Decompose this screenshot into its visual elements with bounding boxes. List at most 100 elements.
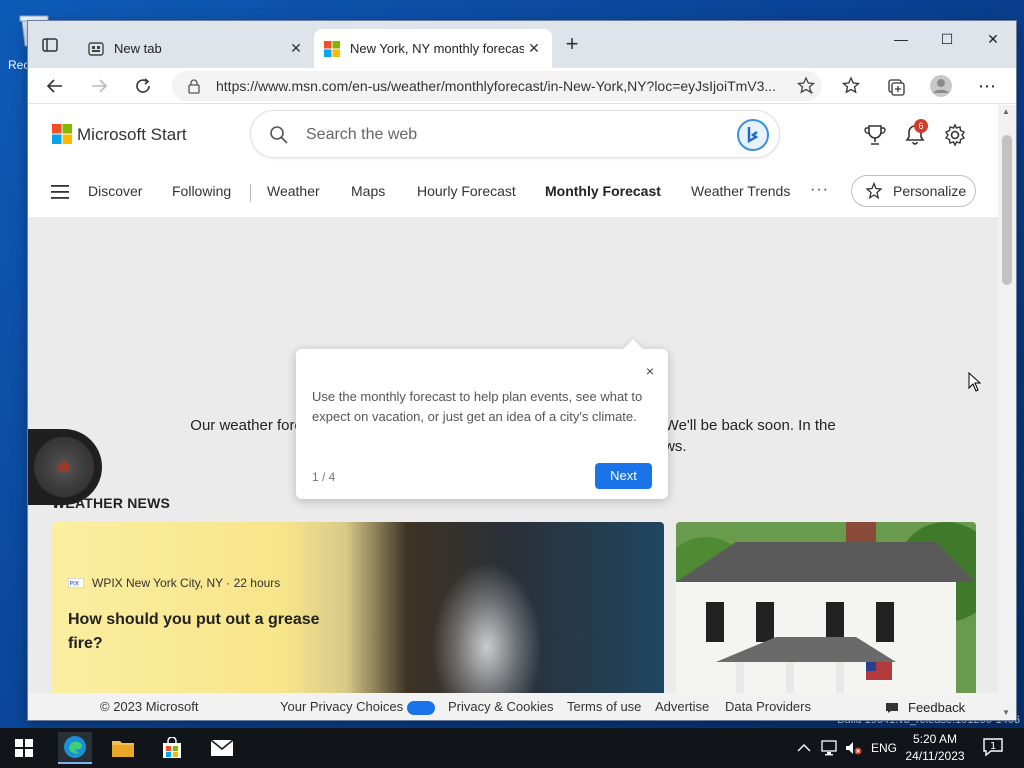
tab-actions-icon[interactable] [40, 35, 60, 55]
clock-time: 5:20 AM [912, 732, 958, 746]
nav-separator [250, 184, 251, 202]
microsoft-logo-icon [324, 40, 340, 57]
microsoft-logo-icon[interactable] [52, 124, 72, 144]
footer-terms[interactable]: Terms of use [567, 699, 641, 714]
nav-item-weather[interactable]: Weather [267, 183, 320, 199]
scrollbar-thumb[interactable] [1002, 135, 1012, 285]
tooltip-arrow [623, 339, 643, 359]
add-favorite-icon[interactable]: + [796, 76, 816, 96]
tray-language[interactable]: ENG [871, 728, 897, 768]
url-text[interactable]: https://www.msn.com/en-us/weather/monthl… [216, 78, 776, 94]
brand-name[interactable]: Microsoft Start [77, 125, 187, 145]
tab-new-tab[interactable]: New tab ✕ [78, 29, 314, 68]
page-scrollbar[interactable]: ▲ ▼ [998, 105, 1016, 720]
nav-item-weather-trends[interactable]: Weather Trends [691, 183, 790, 199]
tab-strip: New tab ✕ New York, NY monthly forecast … [28, 21, 1016, 68]
close-window-button[interactable]: ✕ [970, 25, 1016, 53]
tray-chevron-up-icon[interactable] [797, 728, 811, 768]
notification-badge: 6 [914, 119, 928, 133]
msn-page: Microsoft Start Search the web 6 Discove… [28, 105, 1016, 720]
hamburger-menu-icon[interactable] [51, 185, 69, 199]
msn-header: Microsoft Start Search the web 6 Discove… [28, 105, 998, 217]
tab-title: New York, NY monthly forecast | [350, 41, 524, 56]
tab-title: New tab [114, 41, 162, 56]
maximize-button[interactable]: ☐ [924, 25, 970, 53]
taskbar-edge-icon[interactable] [58, 732, 92, 764]
mouse-cursor-icon [968, 372, 982, 392]
personalize-star-icon [865, 182, 883, 200]
footer-privacy-choices-label: Your Privacy Choices [280, 699, 404, 714]
main-content: Down for maintenance Our weather forecas… [28, 217, 998, 720]
scroll-up-arrow-icon[interactable]: ▲ [1002, 107, 1010, 116]
taskbar-mail-icon[interactable] [206, 732, 238, 764]
news-card-grease-fire[interactable]: PIX WPIX New York City, NY · 22 hours Ho… [52, 522, 664, 720]
tooltip-close-icon[interactable]: × [646, 363, 654, 379]
nav-item-following[interactable]: Following [172, 183, 231, 199]
bing-chat-icon[interactable] [737, 119, 769, 151]
news-card-title[interactable]: How should you put out a grease fire? [68, 608, 328, 656]
tray-volume-muted-icon[interactable] [844, 728, 862, 768]
personalize-label: Personalize [893, 183, 967, 199]
new-tab-page-icon [88, 41, 104, 56]
nav-item-discover[interactable]: Discover [88, 183, 142, 199]
footer-privacy-cookies[interactable]: Privacy & Cookies [448, 699, 553, 714]
tooltip-text: Use the monthly forecast to help plan ev… [312, 389, 643, 424]
scroll-down-arrow-icon[interactable]: ▼ [1002, 708, 1010, 717]
rewards-trophy-icon[interactable] [863, 123, 887, 147]
footer-copyright: © 2023 Microsoft [100, 699, 199, 714]
taskbar-store-icon[interactable] [156, 732, 188, 764]
start-button-windows-icon[interactable] [8, 732, 40, 764]
nav-item-monthly-forecast[interactable]: Monthly Forecast [545, 183, 661, 199]
favorites-icon[interactable] [836, 72, 866, 100]
close-tab-icon[interactable]: ✕ [286, 39, 306, 59]
footer-advertise[interactable]: Advertise [655, 699, 709, 714]
nav-item-hourly-forecast[interactable]: Hourly Forecast [417, 183, 516, 199]
tray-network-icon[interactable] [820, 728, 838, 768]
floating-media-widget[interactable] [28, 429, 102, 505]
feedback-button[interactable]: Feedback [874, 695, 974, 720]
lock-icon[interactable] [186, 78, 202, 94]
news-card-house[interactable] [676, 522, 976, 720]
news-card-source: PIX WPIX New York City, NY · 22 hours [68, 576, 280, 590]
nav-item-maps[interactable]: Maps [351, 183, 385, 199]
action-center-icon[interactable]: 1 [982, 736, 1004, 758]
widget-indicator [58, 462, 70, 472]
search-icon [270, 126, 288, 144]
close-tab-icon[interactable]: ✕ [524, 39, 544, 59]
tab-monthly-forecast[interactable]: New York, NY monthly forecast | ✕ [314, 29, 552, 68]
taskbar-clock[interactable]: 5:20 AM 24/11/2023 [900, 731, 970, 765]
forward-icon[interactable] [84, 72, 114, 100]
footer-privacy-choices[interactable]: Your Privacy Choices [280, 699, 436, 715]
svg-text:PIX: PIX [70, 581, 80, 588]
tooltip-next-button[interactable]: Next [595, 463, 652, 489]
minimize-button[interactable]: — [878, 25, 924, 53]
browser-toolbar: https://www.msn.com/en-us/weather/monthl… [28, 68, 1016, 104]
address-bar[interactable]: https://www.msn.com/en-us/weather/monthl… [172, 71, 822, 101]
taskbar-file-explorer-icon[interactable] [107, 732, 139, 764]
back-icon[interactable] [40, 72, 70, 100]
profile-avatar-icon[interactable] [926, 72, 956, 100]
taskbar: ENG 5:20 AM 24/11/2023 1 [0, 728, 1024, 768]
footer-data-providers[interactable]: Data Providers [725, 699, 811, 714]
monthly-forecast-tooltip: × Use the monthly forecast to help plan … [296, 339, 668, 499]
settings-more-icon[interactable]: ⋯ [972, 72, 1002, 100]
feedback-label: Feedback [908, 700, 966, 715]
refresh-icon[interactable] [128, 72, 158, 100]
personalize-button[interactable]: Personalize [851, 175, 976, 207]
search-input[interactable]: Search the web [306, 126, 417, 144]
nav-more-button[interactable]: ··· [810, 181, 829, 199]
feedback-icon [886, 702, 898, 713]
settings-gear-icon[interactable] [943, 123, 967, 147]
house-photo [676, 522, 976, 720]
privacy-choices-icon [407, 700, 436, 715]
news-card-source-text: WPIX New York City, NY · 22 hours [92, 576, 281, 590]
nav-bar: Discover Following Weather Maps Hourly F… [28, 171, 998, 217]
search-box[interactable]: Search the web [250, 110, 780, 158]
page-footer: © 2023 Microsoft Your Privacy Choices Pr… [28, 693, 998, 720]
action-center-count: 1 [990, 741, 996, 752]
tooltip-step-counter: 1 / 4 [312, 470, 336, 484]
recycle-bin-label: Rec [8, 58, 30, 72]
collections-icon[interactable] [880, 72, 910, 100]
new-tab-button[interactable]: + [560, 33, 584, 57]
publisher-logo-icon: PIX [68, 578, 84, 588]
